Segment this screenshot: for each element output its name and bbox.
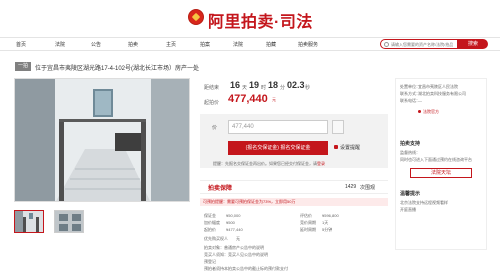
bid-amount-input[interactable]: 477,440: [228, 120, 328, 134]
countdown-minutes-unit: 分: [280, 85, 286, 91]
court-name[interactable]: 宜昌市夷陵区人民法院: [418, 84, 458, 90]
lot-main-photo[interactable]: [14, 78, 190, 202]
lot-title-row: 一拍 位于宜昌市夷陵区湖光路17-4-102号(湖北长江市场）房产一处: [15, 62, 485, 72]
nav-item-homepage[interactable]: 主页: [166, 41, 176, 48]
priority-label: 优先购买权人: [204, 236, 228, 241]
nav-item-auction[interactable]: 拍卖: [128, 41, 138, 48]
search-icon: [384, 42, 389, 47]
start-label: 起拍价: [204, 227, 216, 232]
service-label: 联系电话：: [400, 98, 420, 103]
bell-icon: [334, 145, 338, 149]
note-2: 竞买人须知：竞买人见公告中的说明: [204, 252, 268, 257]
countdown-seconds: 02.3: [287, 80, 305, 90]
nav-item-home[interactable]: 首页: [16, 41, 26, 48]
view-count-unit: 次围观: [360, 185, 376, 191]
countdown-days: 16: [230, 80, 241, 90]
countdown-seconds-unit: 秒: [305, 85, 311, 91]
countdown-days-unit: 天: [242, 85, 248, 91]
login-link[interactable]: 登录: [317, 161, 325, 166]
priority-value: 无: [236, 236, 240, 241]
nav-item-case[interactable]: 拍案: [200, 41, 210, 48]
site-header: 阿里拍卖·司法: [0, 0, 500, 34]
search-input[interactable]: [391, 41, 457, 48]
court-emblem-icon: [188, 9, 204, 25]
support-title: 拍卖支持: [400, 141, 421, 147]
presale-warning: 可预拍提醒：需要可预拍保证金为73%，立即用50万: [200, 198, 388, 206]
support-button[interactable]: 法院天坛: [410, 168, 472, 178]
thumbnail-photo-1: [15, 211, 43, 232]
bid-price-label: 价: [212, 125, 218, 131]
start-price-value: 477,440: [228, 93, 268, 105]
tips-line-2: 开庭直播: [400, 207, 416, 212]
tips-title: 温馨提示: [400, 191, 421, 197]
auction-round-badge: 一拍: [15, 62, 31, 71]
countdown-label: 距结束: [204, 85, 220, 91]
signup-deposit-button[interactable]: (报名交保证金) 报名交保证金: [228, 141, 328, 155]
support-line-2: 同时也可进入下面通过预约在线咨询平台: [400, 157, 472, 162]
start-value: ¥477,440: [226, 227, 243, 232]
thumbnail-2[interactable]: [54, 210, 84, 233]
contact-label: 联系方式：: [400, 91, 420, 96]
contact-value: 湖北拍卖科技服务有限公司: [418, 91, 466, 96]
bid-increment-button[interactable]: [332, 120, 344, 134]
increment-value: ¥500: [226, 220, 235, 225]
assess-value: ¥596,800: [322, 213, 339, 218]
price-unit: 元: [272, 97, 276, 102]
search-box: [380, 39, 458, 49]
tips-line-1: 北京法院支持远程视频看样: [400, 200, 448, 205]
countdown-hours-unit: 时: [261, 85, 267, 91]
stairwell-photo: [15, 79, 189, 201]
delay-label: 延时周期: [300, 227, 316, 232]
countdown-minutes: 18: [268, 80, 279, 90]
delay-value: 5分钟: [322, 227, 333, 232]
view-count: 1429: [345, 184, 357, 190]
thumbnail-photo-2: [55, 211, 83, 232]
cycle-label: 竞价周期: [300, 220, 316, 225]
lot-title: 位于宜昌市夷陵区湖光路17-4-102号(湖北长江市场）房产一处: [35, 66, 200, 72]
thumbnail-1[interactable]: [14, 210, 44, 233]
nav-item-collection[interactable]: 拍藏: [266, 41, 276, 48]
site-logo[interactable]: 阿里拍卖·司法: [208, 8, 313, 32]
note-1: 拍卖对象：普通房产公告中的说明: [204, 245, 264, 250]
set-reminder-button[interactable]: 设置提醒: [334, 144, 360, 151]
start-price-label: 起拍价: [204, 100, 220, 106]
auction-guarantee-label[interactable]: 拍卖保障: [208, 183, 232, 192]
increment-label: 加价幅度: [204, 220, 220, 225]
court-label: 处置单位：: [400, 84, 420, 89]
support-line-1: 监督热线：: [400, 150, 420, 155]
official-dot-icon: [418, 110, 421, 113]
cycle-value: 1天: [322, 220, 329, 225]
assess-label: 评估价: [300, 213, 312, 218]
nav-item-court-2[interactable]: 法院: [233, 41, 243, 48]
service-value: —: [418, 98, 422, 103]
search-button[interactable]: 搜索: [458, 39, 488, 49]
nav-item-notice[interactable]: 公告: [91, 41, 101, 48]
nav-item-court[interactable]: 法院: [55, 41, 65, 48]
nav-item-service[interactable]: 拍卖服务: [298, 41, 318, 48]
note-3: 预登记: [204, 259, 216, 264]
deposit-value: ¥50,000: [226, 213, 241, 218]
deposit-label: 保证金: [204, 213, 216, 218]
set-reminder-label: 设置提醒: [340, 145, 361, 151]
bid-notice-text: 提醒：先报名交保证金再出价。如果您已经交付保证金，请: [213, 161, 317, 166]
countdown-hours: 19: [249, 80, 260, 90]
bid-notice: 提醒：先报名交保证金再出价。如果您已经交付保证金，请登录: [213, 161, 325, 167]
official-label[interactable]: 法院官方: [423, 109, 439, 115]
note-4: 预拍者须持本拍卖公告中的截止标的预付款支付: [204, 266, 288, 271]
